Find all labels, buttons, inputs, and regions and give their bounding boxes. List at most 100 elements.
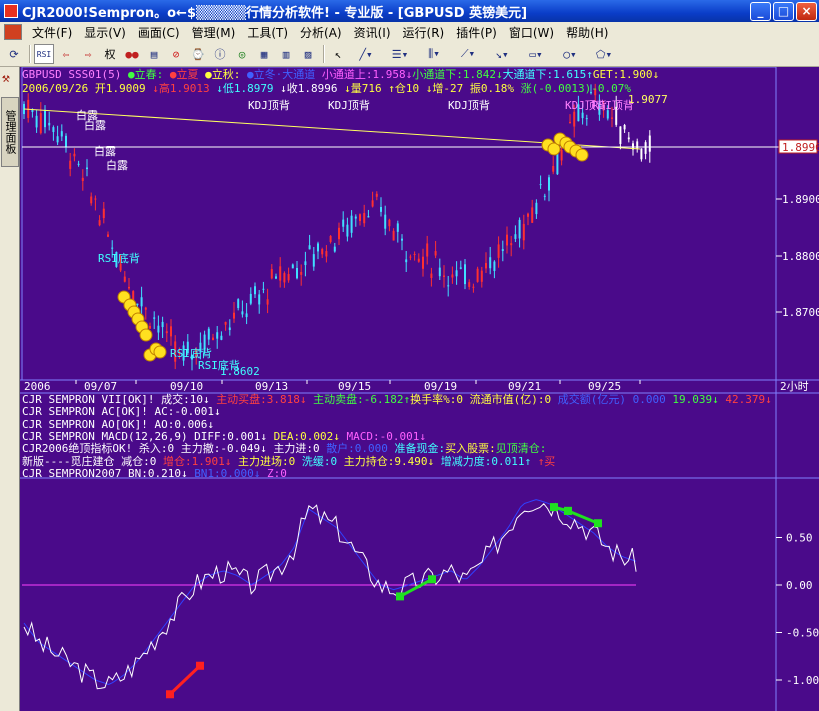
candle-body: [241, 311, 244, 315]
candle-body: [111, 247, 114, 249]
system-menu-icon[interactable]: [4, 24, 22, 40]
info-icon[interactable]: ⓘ: [210, 44, 230, 64]
candle-body: [485, 263, 487, 269]
indicator-icon[interactable]: ●●: [122, 44, 142, 64]
chart-canvas[interactable]: 1.8996 1.8900 1.8800 1.8700 2006 09/07 09/10 09…: [20, 67, 819, 711]
candle-body: [497, 244, 500, 258]
indicator-field: CJR SEMPRON AC[OK]! AC:-0.001↓: [22, 405, 221, 419]
open-icon[interactable]: ⟳: [4, 44, 24, 64]
fan-tool-icon[interactable]: ⟋▾: [452, 44, 484, 64]
candle-body: [556, 154, 559, 175]
header1-field-1: ●立春:: [121, 68, 164, 81]
main-frame: [21, 67, 777, 381]
header1-field-4: ●立冬·大通道: [240, 68, 316, 81]
menu-help[interactable]: 帮助(H): [560, 24, 614, 41]
candle-body: [569, 121, 571, 123]
header2-field-3: ↓收1.8996: [273, 82, 338, 95]
arrow-tool-icon[interactable]: ↘▾: [486, 44, 518, 64]
polygon-tool-icon[interactable]: ⬠▾: [588, 44, 620, 64]
picture-icon[interactable]: ▨: [298, 44, 318, 64]
maximize-button[interactable]: □: [773, 1, 794, 21]
candle-body: [363, 213, 366, 224]
menu-run[interactable]: 运行(R): [397, 24, 451, 41]
history-icon[interactable]: ⌚: [188, 44, 208, 64]
menu-manage[interactable]: 管理(M): [186, 24, 242, 41]
indicator-field: 主力持仓:9.490↓: [343, 454, 441, 468]
candle-body: [48, 122, 51, 126]
signal-segment-marker: [550, 503, 558, 512]
target-icon[interactable]: ◎: [232, 44, 252, 64]
candle-body: [207, 328, 210, 340]
hline-tool-icon[interactable]: ☰▾: [384, 44, 416, 64]
menu-plugins[interactable]: 插件(P): [450, 24, 503, 41]
candle-body: [220, 335, 223, 340]
chart-type-icon[interactable]: ▤: [144, 44, 164, 64]
indicator-field: 准备现金:: [394, 442, 446, 456]
calendar-icon[interactable]: ▥: [276, 44, 296, 64]
signal-segment-marker: [564, 506, 572, 515]
candle-body: [140, 297, 143, 307]
candle-body: [317, 243, 319, 252]
candle-body: [35, 115, 38, 128]
indicator-line-6: CJR SEMPRON2007 BN:0.210↓ BN1:0.000↓ Z:0: [22, 466, 287, 480]
menu-screen[interactable]: 画面(C): [132, 24, 186, 41]
chart-area[interactable]: 1.8996 1.8900 1.8800 1.8700 2006 09/07 09/10 09…: [20, 67, 819, 711]
candle-body: [157, 325, 160, 333]
candle-body: [262, 288, 265, 290]
header1-field-0: GBPUSD SSS01(5): [22, 68, 122, 81]
indicator-field: 主力进场:0: [237, 454, 302, 468]
candle-body: [153, 317, 156, 319]
vline-tool-icon[interactable]: ⫼▾: [418, 44, 450, 64]
hammer-icon[interactable]: ⚒: [2, 71, 17, 89]
zoom-out-icon[interactable]: ⇦: [56, 44, 76, 64]
candle-body: [489, 257, 492, 269]
toolbar: ⟳ RSI ⇦ ⇨ 权 ●● ▤ ⊘ ⌚ ⓘ ◎ ▦ ▥ ▨ ↖ ╱▾ ☰▾ ⫼…: [0, 42, 819, 67]
candle-body: [333, 246, 336, 252]
candle-body: [543, 195, 546, 197]
cursor-icon[interactable]: ↖: [328, 44, 348, 64]
candle-body: [237, 299, 240, 308]
header2-field-4: ↓量716: [337, 82, 382, 95]
minimize-button[interactable]: _: [750, 1, 771, 21]
title-bar: CJR2000!Sempron。o←$▒▒▒▒▒行情分析软件! - 专业版 - …: [0, 0, 819, 22]
date-label: 09/13: [255, 380, 288, 393]
right-label[interactable]: 权: [100, 44, 120, 64]
menu-window[interactable]: 窗口(W): [503, 24, 560, 41]
candle-body: [266, 299, 269, 305]
menu-tools[interactable]: 工具(T): [241, 24, 294, 41]
candle-body: [447, 285, 450, 287]
candle-body: [476, 268, 479, 282]
zoom-in-icon[interactable]: ⇨: [78, 44, 98, 64]
close-button[interactable]: ×: [796, 1, 817, 21]
stop-icon[interactable]: ⊘: [166, 44, 186, 64]
indicator-field: 新版----觅庄建仓 减仓:0: [22, 454, 163, 468]
rsi-icon[interactable]: RSI: [34, 44, 54, 64]
candle-body: [493, 261, 496, 271]
menu-analysis[interactable]: 分析(A): [294, 24, 348, 41]
header1-field-3: ●立秋:: [198, 68, 241, 81]
rect-tool-icon[interactable]: ▭▾: [520, 44, 552, 64]
indicator-field: ↑买: [537, 454, 556, 468]
candle-body: [644, 142, 647, 154]
ellipse-tool-icon[interactable]: ◯▾: [554, 44, 586, 64]
menu-view[interactable]: 显示(V): [78, 24, 132, 41]
signal-segment-marker: [594, 519, 602, 528]
annotation-low_label: 1.8602: [220, 365, 260, 378]
annotation-kdj3: KDJ顶背: [448, 98, 490, 112]
indicator-line-4: CJR2006绝顶指标OK! 杀入:0 主力撤:-0.049↓ 主力进:0 散户…: [22, 443, 546, 455]
menu-info[interactable]: 资讯(I): [348, 24, 397, 41]
indicator-field: 见顶清仓:: [495, 442, 547, 456]
line-tool-icon[interactable]: ╱▾: [350, 44, 382, 64]
candle-body: [413, 253, 416, 255]
header1-field-6: 小通道下:1.842↓: [412, 68, 503, 81]
candle-body: [396, 223, 399, 232]
manage-panel-tab[interactable]: 管理面板: [1, 97, 19, 167]
candle-body: [170, 326, 172, 337]
indicator-field: BN1:0.000↓: [194, 466, 268, 480]
candle-body: [233, 312, 235, 319]
header1-field-5: 小通道上:1.958↓: [315, 68, 413, 81]
header2-field-2: ↓低1.8979: [209, 82, 274, 95]
date-label: 09/25: [588, 380, 621, 393]
grid-icon[interactable]: ▦: [254, 44, 274, 64]
menu-file[interactable]: 文件(F): [26, 24, 78, 41]
